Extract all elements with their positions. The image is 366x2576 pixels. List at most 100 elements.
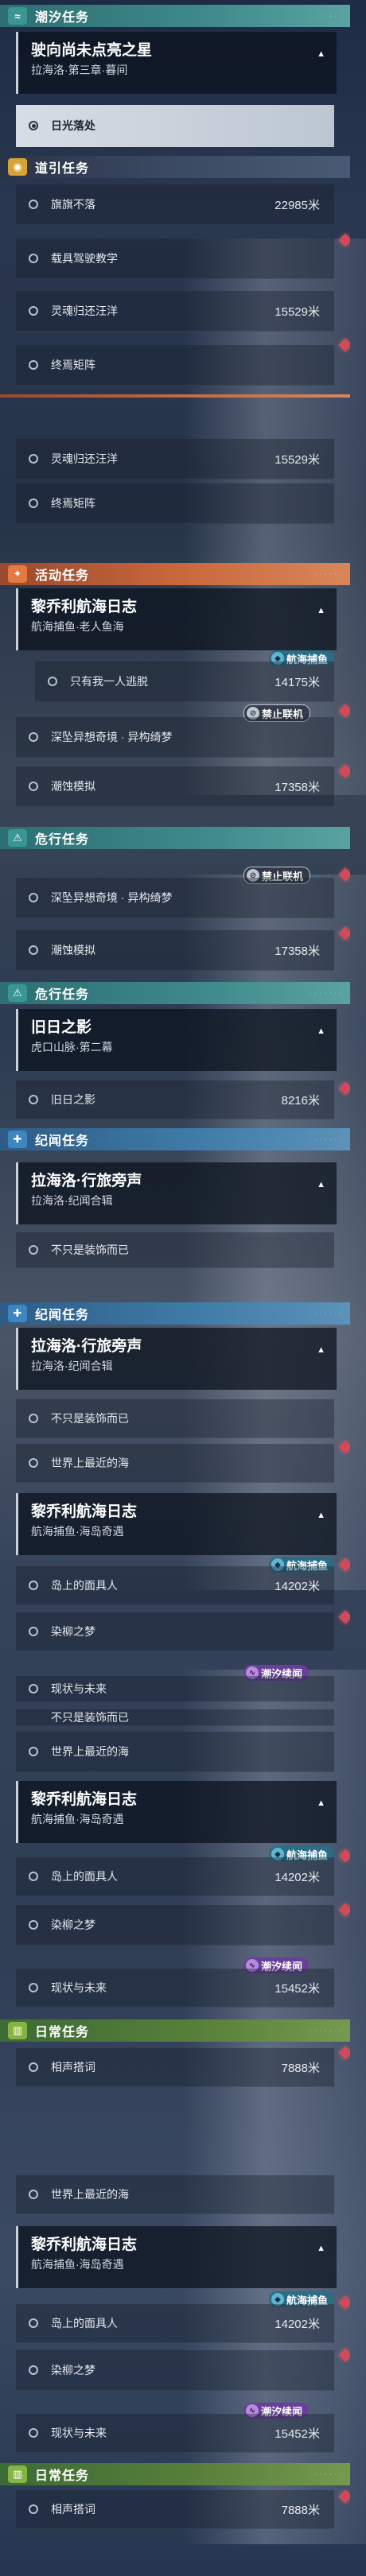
collapse-caret-icon[interactable]: ▲: [317, 1026, 325, 1036]
quest-step[interactable]: 相声搭词 7888米: [16, 2490, 334, 2529]
quest-header-liqiao[interactable]: 黎乔利航海日志 航海捕鱼·老人鱼海 ▲: [16, 588, 337, 650]
quest-step[interactable]: 不只是装饰而已: [16, 1709, 334, 1726]
quest-step[interactable]: 深坠异想奇境 · 异构绮梦: [16, 878, 334, 918]
collapse-caret-icon[interactable]: ▲: [317, 1345, 325, 1355]
radio-icon: [29, 1245, 38, 1255]
quest-step[interactable]: 染柳之梦: [16, 1612, 334, 1651]
quest-step[interactable]: 终焉矩阵: [16, 483, 334, 524]
map-marker-icon[interactable]: [338, 704, 350, 718]
quest-step[interactable]: 现状与未来: [16, 1676, 334, 1701]
category-weixing-header[interactable]: ⚠ 危行任务 · · · · · · ·: [0, 982, 350, 1004]
collapse-caret-icon[interactable]: ▲: [317, 606, 325, 615]
category-huodong-header[interactable]: ✦ 活动任务 · · · · · · ·: [0, 563, 350, 585]
quest-step[interactable]: 岛上的面具人 14202米: [16, 1857, 334, 1896]
map-marker-icon[interactable]: [338, 1903, 350, 1917]
quest-step[interactable]: 旗旗不落 22985米: [16, 184, 334, 225]
quest-title: 拉海洛·行旅旁声: [31, 1173, 142, 1189]
quest-title: 黎乔利航海日志: [31, 599, 138, 615]
radio-icon: [29, 1627, 38, 1636]
quest-step[interactable]: 现状与未来 15452米: [16, 1969, 334, 2008]
quest-step[interactable]: 世界上最近的海: [16, 1732, 334, 1772]
quest-header-liqiao[interactable]: 黎乔利航海日志 航海捕鱼·海岛奇遇 ▲: [16, 2226, 337, 2288]
step-label: 世界上最近的海: [51, 2188, 129, 2201]
map-marker-icon[interactable]: [338, 1849, 350, 1863]
quest-step[interactable]: 世界上最近的海: [16, 1444, 334, 1483]
step-label: 终焉矩阵: [51, 359, 95, 371]
quest-step[interactable]: 潮蚀模拟 17358米: [16, 766, 334, 807]
quest-step[interactable]: 不只是装饰而已: [16, 1399, 334, 1438]
quest-header-lahailuo[interactable]: 拉海洛·行旅旁声 拉海洛·纪闻合辑 ▲: [16, 1162, 337, 1224]
radio-icon: [29, 454, 38, 464]
quest-header-liqiao[interactable]: 黎乔利航海日志 航海捕鱼·海岛奇遇 ▲: [16, 1493, 337, 1555]
quest-header-jiuri[interactable]: 旧日之影 虎口山脉·第二幕 ▲: [16, 1009, 337, 1071]
map-marker-icon[interactable]: [338, 1440, 350, 1454]
quest-step[interactable]: 现状与未来 15452米: [16, 2414, 334, 2453]
distance-text: 7888米: [281, 2503, 320, 2517]
collapse-caret-icon[interactable]: ▲: [317, 1798, 325, 1808]
category-jiwen-header[interactable]: ✚ 纪闻任务 · · · · · · ·: [0, 1302, 350, 1325]
quest-step[interactable]: 岛上的面具人 14202米: [16, 1566, 334, 1605]
map-marker-icon[interactable]: [338, 338, 350, 352]
step-label: 旧日之影: [51, 1093, 95, 1106]
map-marker-icon[interactable]: [338, 1081, 350, 1096]
danger-icon: ⚠: [8, 984, 27, 1002]
map-marker-icon[interactable]: [338, 2046, 350, 2060]
category-label: 危行任务: [35, 833, 90, 847]
quest-step[interactable]: 灵魂归还汪洋 15529米: [16, 291, 334, 332]
quest-subtitle: 拉海洛·纪闻合辑: [31, 1194, 113, 1207]
category-richang-header[interactable]: ▥ 日常任务 · · · · · · ·: [0, 2019, 350, 2042]
quest-header-liqiao[interactable]: 黎乔利航海日志 航海捕鱼·海岛奇遇 ▲: [16, 1781, 337, 1843]
quest-step[interactable]: 只有我一人逃脱 14175米: [35, 661, 334, 702]
category-chaoxi-header[interactable]: ≈ 潮汐任务 · · · · · · ·: [0, 5, 350, 27]
radio-icon: [29, 782, 38, 791]
category-label: 日常任务: [35, 2026, 90, 2039]
map-marker-icon[interactable]: [338, 2489, 350, 2504]
map-marker-icon[interactable]: [338, 233, 350, 247]
quest-step[interactable]: 相声搭词 7888米: [16, 2048, 334, 2087]
quest-step[interactable]: 岛上的面具人 14202米: [16, 2304, 334, 2343]
quest-subtitle: 拉海洛·纪闻合辑: [31, 1360, 113, 1372]
step-label: 日光落处: [51, 119, 95, 132]
quest-step[interactable]: 旧日之影 8216米: [16, 1080, 334, 1119]
category-jiwen-header[interactable]: ✚ 纪闻任务 · · · · · · ·: [0, 1128, 350, 1150]
map-marker-icon[interactable]: [338, 2348, 350, 2362]
quest-header-shixiang[interactable]: 驶向尚未点亮之星 拉海洛·第三章·暮间 ▲: [16, 32, 337, 94]
map-marker-icon[interactable]: [338, 867, 350, 882]
collapse-caret-icon[interactable]: ▲: [317, 49, 325, 59]
quest-step[interactable]: 潮蚀模拟 17358米: [16, 930, 334, 971]
star-icon: ✚: [8, 1131, 27, 1148]
step-label: 染柳之梦: [51, 2364, 95, 2376]
quest-title: 旧日之影: [31, 1019, 92, 1036]
quest-step[interactable]: 深坠异想奇境 · 异构绮梦: [16, 717, 334, 758]
quest-step[interactable]: 世界上最近的海: [16, 2175, 334, 2214]
quest-header-lahailuo[interactable]: 拉海洛·行旅旁声 拉海洛·纪闻合辑 ▲: [16, 1328, 337, 1390]
collapse-caret-icon[interactable]: ▲: [317, 1511, 325, 1520]
category-huodong-header-partial[interactable]: [0, 394, 350, 398]
quest-step[interactable]: 染柳之梦: [16, 1905, 334, 1946]
quest-step-selected[interactable]: 日光落处: [16, 105, 334, 147]
map-marker-icon[interactable]: [338, 1558, 350, 1572]
radio-icon: [29, 1684, 38, 1693]
distance-text: 15529米: [274, 305, 320, 319]
category-label: 潮汐任务: [35, 11, 90, 25]
quest-step[interactable]: 终焉矩阵: [16, 345, 334, 386]
quest-step[interactable]: 不只是装饰而已: [16, 1232, 334, 1268]
step-label: 旗旗不落: [51, 198, 95, 211]
quest-step[interactable]: 染柳之梦: [16, 2350, 334, 2391]
category-label: 危行任务: [35, 988, 90, 1002]
collapse-caret-icon[interactable]: ▲: [317, 1180, 325, 1189]
map-marker-icon[interactable]: [338, 2295, 350, 2310]
quest-subtitle: 拉海洛·第三章·暮间: [31, 64, 128, 76]
collapse-caret-icon[interactable]: ▲: [317, 2244, 325, 2253]
category-weixing-header[interactable]: ⚠ 危行任务: [0, 827, 350, 849]
map-marker-icon[interactable]: [338, 1610, 350, 1624]
map-marker-icon[interactable]: [338, 926, 350, 941]
step-label: 潮蚀模拟: [51, 944, 95, 956]
category-richang-header[interactable]: ▥ 日常任务 · · · · · · ·: [0, 2463, 350, 2485]
quest-title: 黎乔利航海日志: [31, 2237, 138, 2253]
map-marker-icon[interactable]: [338, 764, 350, 778]
category-daoyin-header[interactable]: ◉ 道引任务: [0, 156, 350, 178]
quest-step[interactable]: 灵魂归还汪洋 15529米: [16, 439, 334, 479]
radio-icon: [29, 2428, 38, 2438]
quest-step[interactable]: 载具驾驶教学: [16, 239, 334, 279]
